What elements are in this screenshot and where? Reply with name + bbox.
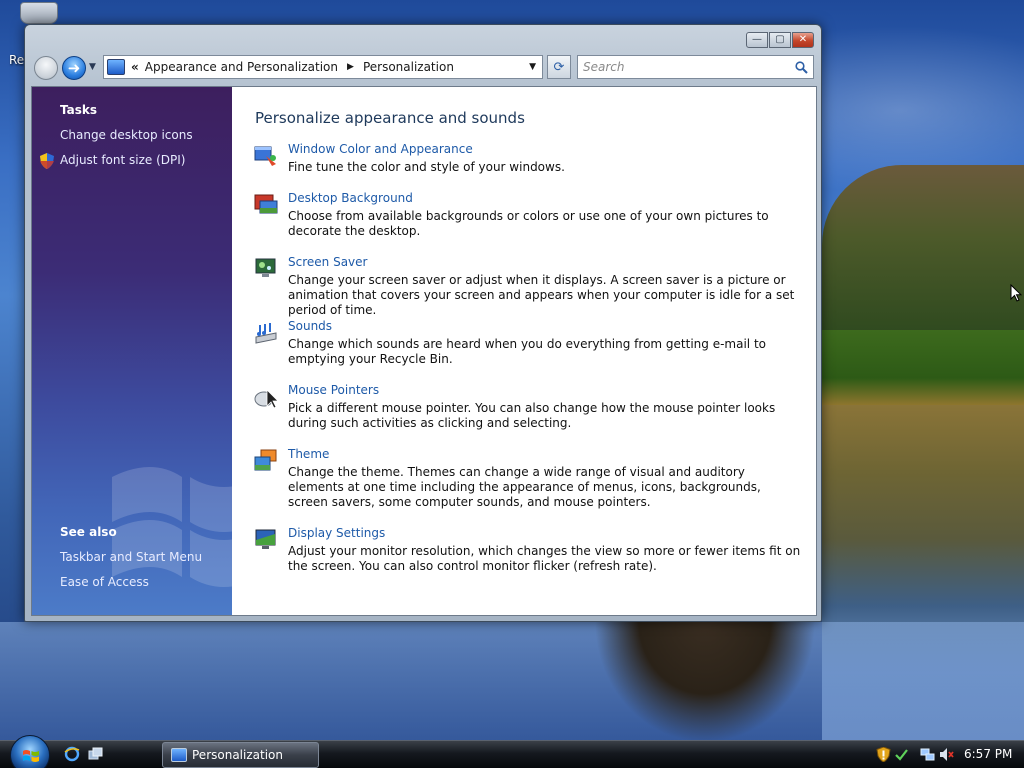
wallpaper-reflection: [590, 622, 820, 740]
content-pane: Personalize appearance and sounds Window…: [232, 87, 816, 615]
taskbar-personalization-button[interactable]: Personalization: [162, 742, 319, 768]
internet-explorer-icon[interactable]: [64, 746, 80, 762]
breadcrumb-personalization[interactable]: Personalization: [363, 60, 454, 74]
display-settings-icon: [255, 529, 276, 549]
switch-windows-icon[interactable]: [88, 746, 104, 762]
network-icon[interactable]: [920, 747, 935, 762]
sounds-link[interactable]: Sounds: [288, 319, 332, 333]
window-controls: — ▢ ✕: [746, 32, 814, 48]
desktop-background-link[interactable]: Desktop Background: [288, 191, 413, 205]
breadcrumb-appearance[interactable]: Appearance and Personalization: [145, 60, 338, 74]
navigation-bar: ➜ ▼ « Appearance and Personalization ▶ P…: [31, 53, 817, 83]
theme-link[interactable]: Theme: [288, 447, 329, 461]
mouse-pointers-link[interactable]: Mouse Pointers: [288, 383, 379, 397]
recycle-bin-label[interactable]: Re: [9, 53, 24, 67]
forward-button[interactable]: ➜: [62, 56, 86, 80]
control-panel-icon: [107, 59, 125, 75]
address-bar[interactable]: « Appearance and Personalization ▶ Perso…: [103, 55, 543, 79]
minimize-button[interactable]: —: [746, 32, 768, 48]
taskbar-clock[interactable]: 6:57 PM: [964, 747, 1012, 761]
wallpaper-treeline: [822, 330, 1024, 410]
screen-saver-link[interactable]: Screen Saver: [288, 255, 367, 269]
uac-shield-icon: [40, 153, 54, 169]
desktop-background-icon: [254, 194, 278, 214]
list-item: Mouse Pointers Pick a different mouse po…: [254, 383, 804, 439]
sounds-icon: [255, 323, 277, 344]
page-title: Personalize appearance and sounds: [255, 109, 525, 127]
start-button[interactable]: [10, 735, 50, 768]
list-item: Theme Change the theme. Themes can chang…: [254, 447, 804, 519]
list-item: Display Settings Adjust your monitor res…: [254, 526, 804, 582]
tasks-heading: Tasks: [60, 103, 98, 117]
control-panel-icon: [171, 748, 187, 762]
task-pane: Tasks Change desktop icons Adjust font s…: [32, 87, 232, 615]
recycle-bin-icon[interactable]: [20, 2, 58, 24]
display-settings-desc: Adjust your monitor resolution, which ch…: [288, 544, 801, 573]
search-placeholder: Search: [583, 60, 625, 74]
theme-icon: [254, 449, 277, 471]
sounds-desc: Change which sounds are heard when you d…: [288, 337, 766, 366]
volume-muted-icon[interactable]: [939, 747, 954, 762]
windows-logo-icon: [23, 750, 39, 762]
screen-saver-desc: Change your screen saver or adjust when …: [288, 273, 795, 317]
desktop-background-desc: Choose from available backgrounds or col…: [288, 209, 769, 238]
see-also-taskbar-start-menu[interactable]: Taskbar and Start Menu: [60, 550, 202, 564]
list-item: Desktop Background Choose from available…: [254, 191, 804, 247]
security-shield-icon[interactable]: [876, 747, 891, 762]
personalization-window: — ▢ ✕ ➜ ▼ « Appearance and Personalizati…: [24, 24, 822, 622]
window-color-link[interactable]: Window Color and Appearance: [288, 142, 473, 156]
refresh-button[interactable]: ⟳: [547, 55, 571, 79]
task-adjust-font-size[interactable]: Adjust font size (DPI): [60, 153, 185, 167]
taskbar-personalization-label: Personalization: [192, 748, 283, 762]
mouse-pointers-icon: [254, 389, 278, 409]
window-color-icon: [254, 146, 276, 166]
mouse-pointers-desc: Pick a different mouse pointer. You can …: [288, 401, 776, 430]
client-area: Tasks Change desktop icons Adjust font s…: [31, 86, 817, 616]
updates-check-icon[interactable]: [894, 747, 909, 762]
search-icon[interactable]: [795, 61, 808, 74]
list-item: Screen Saver Change your screen saver or…: [254, 255, 804, 317]
window-color-desc: Fine tune the color and style of your wi…: [288, 160, 565, 174]
back-button[interactable]: [34, 56, 58, 80]
breadcrumb-separator-icon[interactable]: ▶: [347, 62, 354, 72]
recent-pages-dropdown[interactable]: ▼: [89, 62, 96, 72]
close-button[interactable]: ✕: [792, 32, 814, 48]
list-item: Sounds Change which sounds are heard whe…: [254, 319, 804, 375]
see-also-ease-of-access[interactable]: Ease of Access: [60, 575, 149, 589]
screen-saver-icon: [255, 258, 276, 277]
task-change-desktop-icons[interactable]: Change desktop icons: [60, 128, 193, 142]
search-input[interactable]: Search: [577, 55, 814, 79]
list-item: Window Color and Appearance Fine tune th…: [254, 142, 804, 182]
address-dropdown-icon[interactable]: ▼: [529, 62, 536, 72]
taskbar: Personalization 6:57 PM: [0, 735, 1024, 768]
display-settings-link[interactable]: Display Settings: [288, 526, 385, 540]
mouse-cursor-icon: [1010, 284, 1022, 302]
theme-desc: Change the theme. Themes can change a wi…: [288, 465, 761, 509]
maximize-button[interactable]: ▢: [769, 32, 791, 48]
wallpaper-water: [0, 622, 1024, 740]
see-also-heading: See also: [60, 525, 117, 539]
address-prefix[interactable]: «: [131, 60, 139, 74]
